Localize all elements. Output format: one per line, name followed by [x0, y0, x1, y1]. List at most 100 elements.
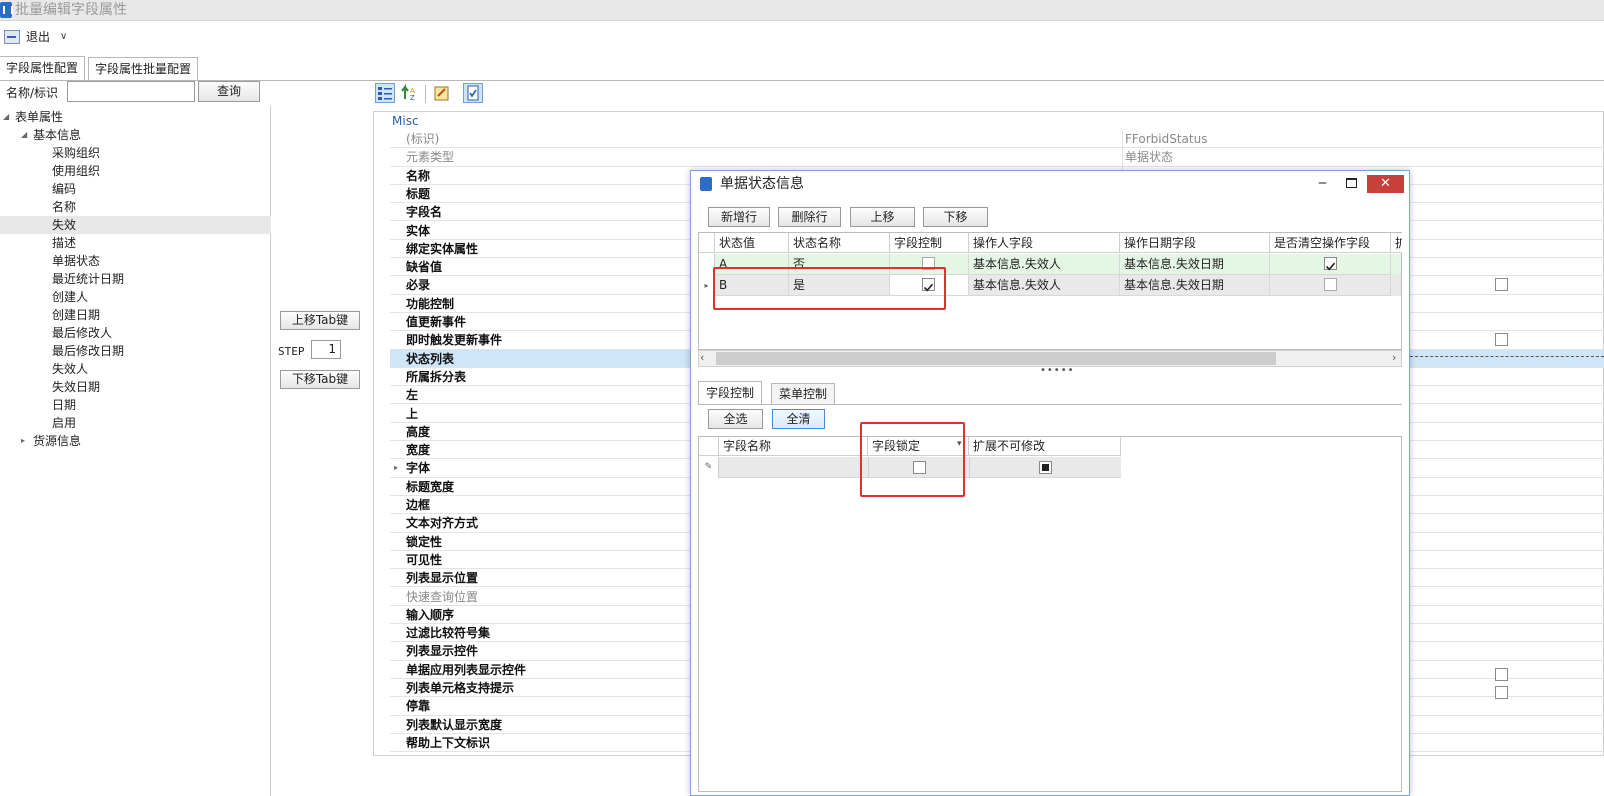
- new-row-icon[interactable]: ✎: [699, 457, 719, 478]
- clear-operation-checkbox[interactable]: [1324, 278, 1337, 291]
- tab-field-property-config[interactable]: 字段属性配置: [0, 56, 86, 80]
- tree-item-label: 基本信息: [33, 128, 82, 142]
- expand-icon[interactable]: ▸: [21, 432, 25, 450]
- tree-item[interactable]: 编码: [0, 180, 271, 198]
- categorized-view-icon[interactable]: [375, 83, 395, 103]
- property-checkbox[interactable]: [1495, 668, 1508, 681]
- tree-item[interactable]: 失效人: [0, 360, 271, 378]
- tab-menu-control[interactable]: 菜单控制: [771, 383, 836, 404]
- tree-item-label: 名称: [52, 200, 77, 214]
- move-down-tab-button[interactable]: 下移Tab键: [280, 370, 360, 389]
- tree-item[interactable]: 启用: [0, 414, 271, 432]
- cell-operator-field[interactable]: 基本信息.失效人: [969, 254, 1120, 275]
- property-name: 宽度: [406, 443, 431, 458]
- close-icon[interactable]: ✕: [1367, 175, 1404, 193]
- expand-icon[interactable]: ▸: [394, 459, 398, 477]
- move-down-button[interactable]: 下移: [923, 207, 988, 227]
- maximize-icon[interactable]: [1346, 178, 1357, 188]
- clear-all-button[interactable]: 全清: [772, 409, 825, 429]
- property-name: 列表显示控件: [406, 644, 479, 659]
- cell-divider: [969, 457, 970, 478]
- splitter-handle[interactable]: •••••: [1040, 366, 1075, 376]
- exit-button[interactable]: 退出: [4, 27, 50, 47]
- column-header[interactable]: 扩展不可修改: [969, 437, 1121, 456]
- property-row[interactable]: 元素类型 单据状态: [390, 148, 1604, 167]
- toolbar-separator: [425, 85, 426, 103]
- tree-item[interactable]: 名称: [0, 198, 271, 216]
- tree-item[interactable]: 创建人: [0, 288, 271, 306]
- property-name: 必录: [406, 278, 431, 293]
- tree-item[interactable]: 描述: [0, 234, 271, 252]
- property-name: 实体: [406, 223, 431, 238]
- tab-field-control[interactable]: 字段控制: [698, 381, 763, 404]
- tree-item[interactable]: 失效: [0, 216, 271, 234]
- sort-alphabetical-icon[interactable]: AZ: [400, 83, 420, 103]
- chevron-down-icon[interactable]: ∨: [60, 27, 67, 47]
- property-name: 高度: [406, 424, 431, 439]
- scrollbar-thumb[interactable]: [716, 352, 1276, 365]
- property-name: 上: [406, 406, 419, 421]
- property-name: 文本对齐方式: [406, 516, 479, 531]
- cell-clear-operation[interactable]: [1270, 275, 1391, 296]
- cell-clear-operation[interactable]: [1270, 254, 1391, 275]
- property-checkbox[interactable]: [1495, 333, 1508, 346]
- move-up-tab-button[interactable]: 上移Tab键: [280, 311, 360, 330]
- lower-tab-divider: [698, 404, 1402, 405]
- column-header[interactable]: 操作日期字段: [1120, 233, 1270, 253]
- delete-row-button[interactable]: 删除行: [778, 207, 841, 227]
- tree-item[interactable]: 最后修改日期: [0, 342, 271, 360]
- property-value: FForbidStatus: [1125, 132, 1208, 146]
- tree-item[interactable]: 创建日期: [0, 306, 271, 324]
- cell-date-field[interactable]: 基本信息.失效日期: [1120, 254, 1270, 275]
- property-checkbox[interactable]: [1495, 278, 1508, 291]
- field-control-grid: [698, 436, 1402, 792]
- property-name: 可见性: [406, 552, 443, 567]
- tree-group-basic-info[interactable]: ◢ 基本信息: [0, 126, 271, 144]
- tree-item-root[interactable]: ◢ 表单属性: [0, 108, 271, 126]
- property-name: 停靠: [406, 699, 431, 714]
- tree-item[interactable]: 失效日期: [0, 378, 271, 396]
- property-name: 绑定实体属性: [406, 241, 479, 256]
- step-input[interactable]: 1: [311, 340, 341, 359]
- tree-item-label: 单据状态: [52, 254, 101, 268]
- column-header[interactable]: 字段控制: [890, 233, 969, 253]
- tree-item[interactable]: 采购组织: [0, 144, 271, 162]
- events-view-icon[interactable]: [463, 83, 483, 103]
- clear-operation-checkbox[interactable]: [1324, 257, 1337, 271]
- scroll-right-icon[interactable]: ›: [1392, 351, 1396, 365]
- tree-group-source-info[interactable]: ▸ 货源信息: [0, 432, 271, 450]
- property-name: 锁定性: [406, 534, 443, 549]
- search-button[interactable]: 查询: [198, 81, 260, 102]
- tree-item[interactable]: 最近统计日期: [0, 270, 271, 288]
- property-row[interactable]: (标识) FForbidStatus: [390, 130, 1604, 149]
- scroll-left-icon[interactable]: ‹: [700, 351, 704, 365]
- tree-item-label: 最近统计日期: [52, 272, 125, 286]
- property-name: 字体: [406, 461, 431, 476]
- column-header[interactable]: 字段名称: [719, 437, 868, 456]
- cell-date-field[interactable]: 基本信息.失效日期: [1120, 275, 1270, 296]
- extension-readonly-checkbox[interactable]: [1039, 461, 1052, 474]
- property-pages-icon[interactable]: [432, 83, 452, 103]
- tree-item[interactable]: 最后修改人: [0, 324, 271, 342]
- tab-field-property-batch-config[interactable]: 字段属性批量配置: [88, 57, 199, 80]
- collapse-icon[interactable]: ◢: [3, 108, 9, 126]
- column-header[interactable]: 是否清空操作字段: [1270, 233, 1391, 253]
- selected-row-focus: [1395, 356, 1604, 357]
- property-checkbox[interactable]: [1495, 686, 1508, 699]
- select-all-button[interactable]: 全选: [708, 409, 763, 429]
- column-header[interactable]: 扩.: [1391, 233, 1402, 253]
- column-header[interactable]: 状态名称: [789, 233, 890, 253]
- column-header[interactable]: 状态值: [715, 233, 789, 253]
- minimize-icon[interactable]: ‒: [1318, 174, 1327, 192]
- cell-operator-field[interactable]: 基本信息.失效人: [969, 275, 1120, 296]
- column-header[interactable]: 操作人字段: [969, 233, 1120, 253]
- move-up-button[interactable]: 上移: [850, 207, 915, 227]
- collapse-icon[interactable]: ◢: [21, 126, 27, 144]
- tree-item[interactable]: 日期: [0, 396, 271, 414]
- property-name: (标识): [406, 132, 440, 146]
- tree-item[interactable]: 单据状态: [0, 252, 271, 270]
- add-row-button[interactable]: 新增行: [708, 207, 770, 227]
- tree-item-label: 最后修改人: [52, 326, 113, 340]
- tree-item[interactable]: 使用组织: [0, 162, 271, 180]
- search-input[interactable]: [67, 81, 195, 102]
